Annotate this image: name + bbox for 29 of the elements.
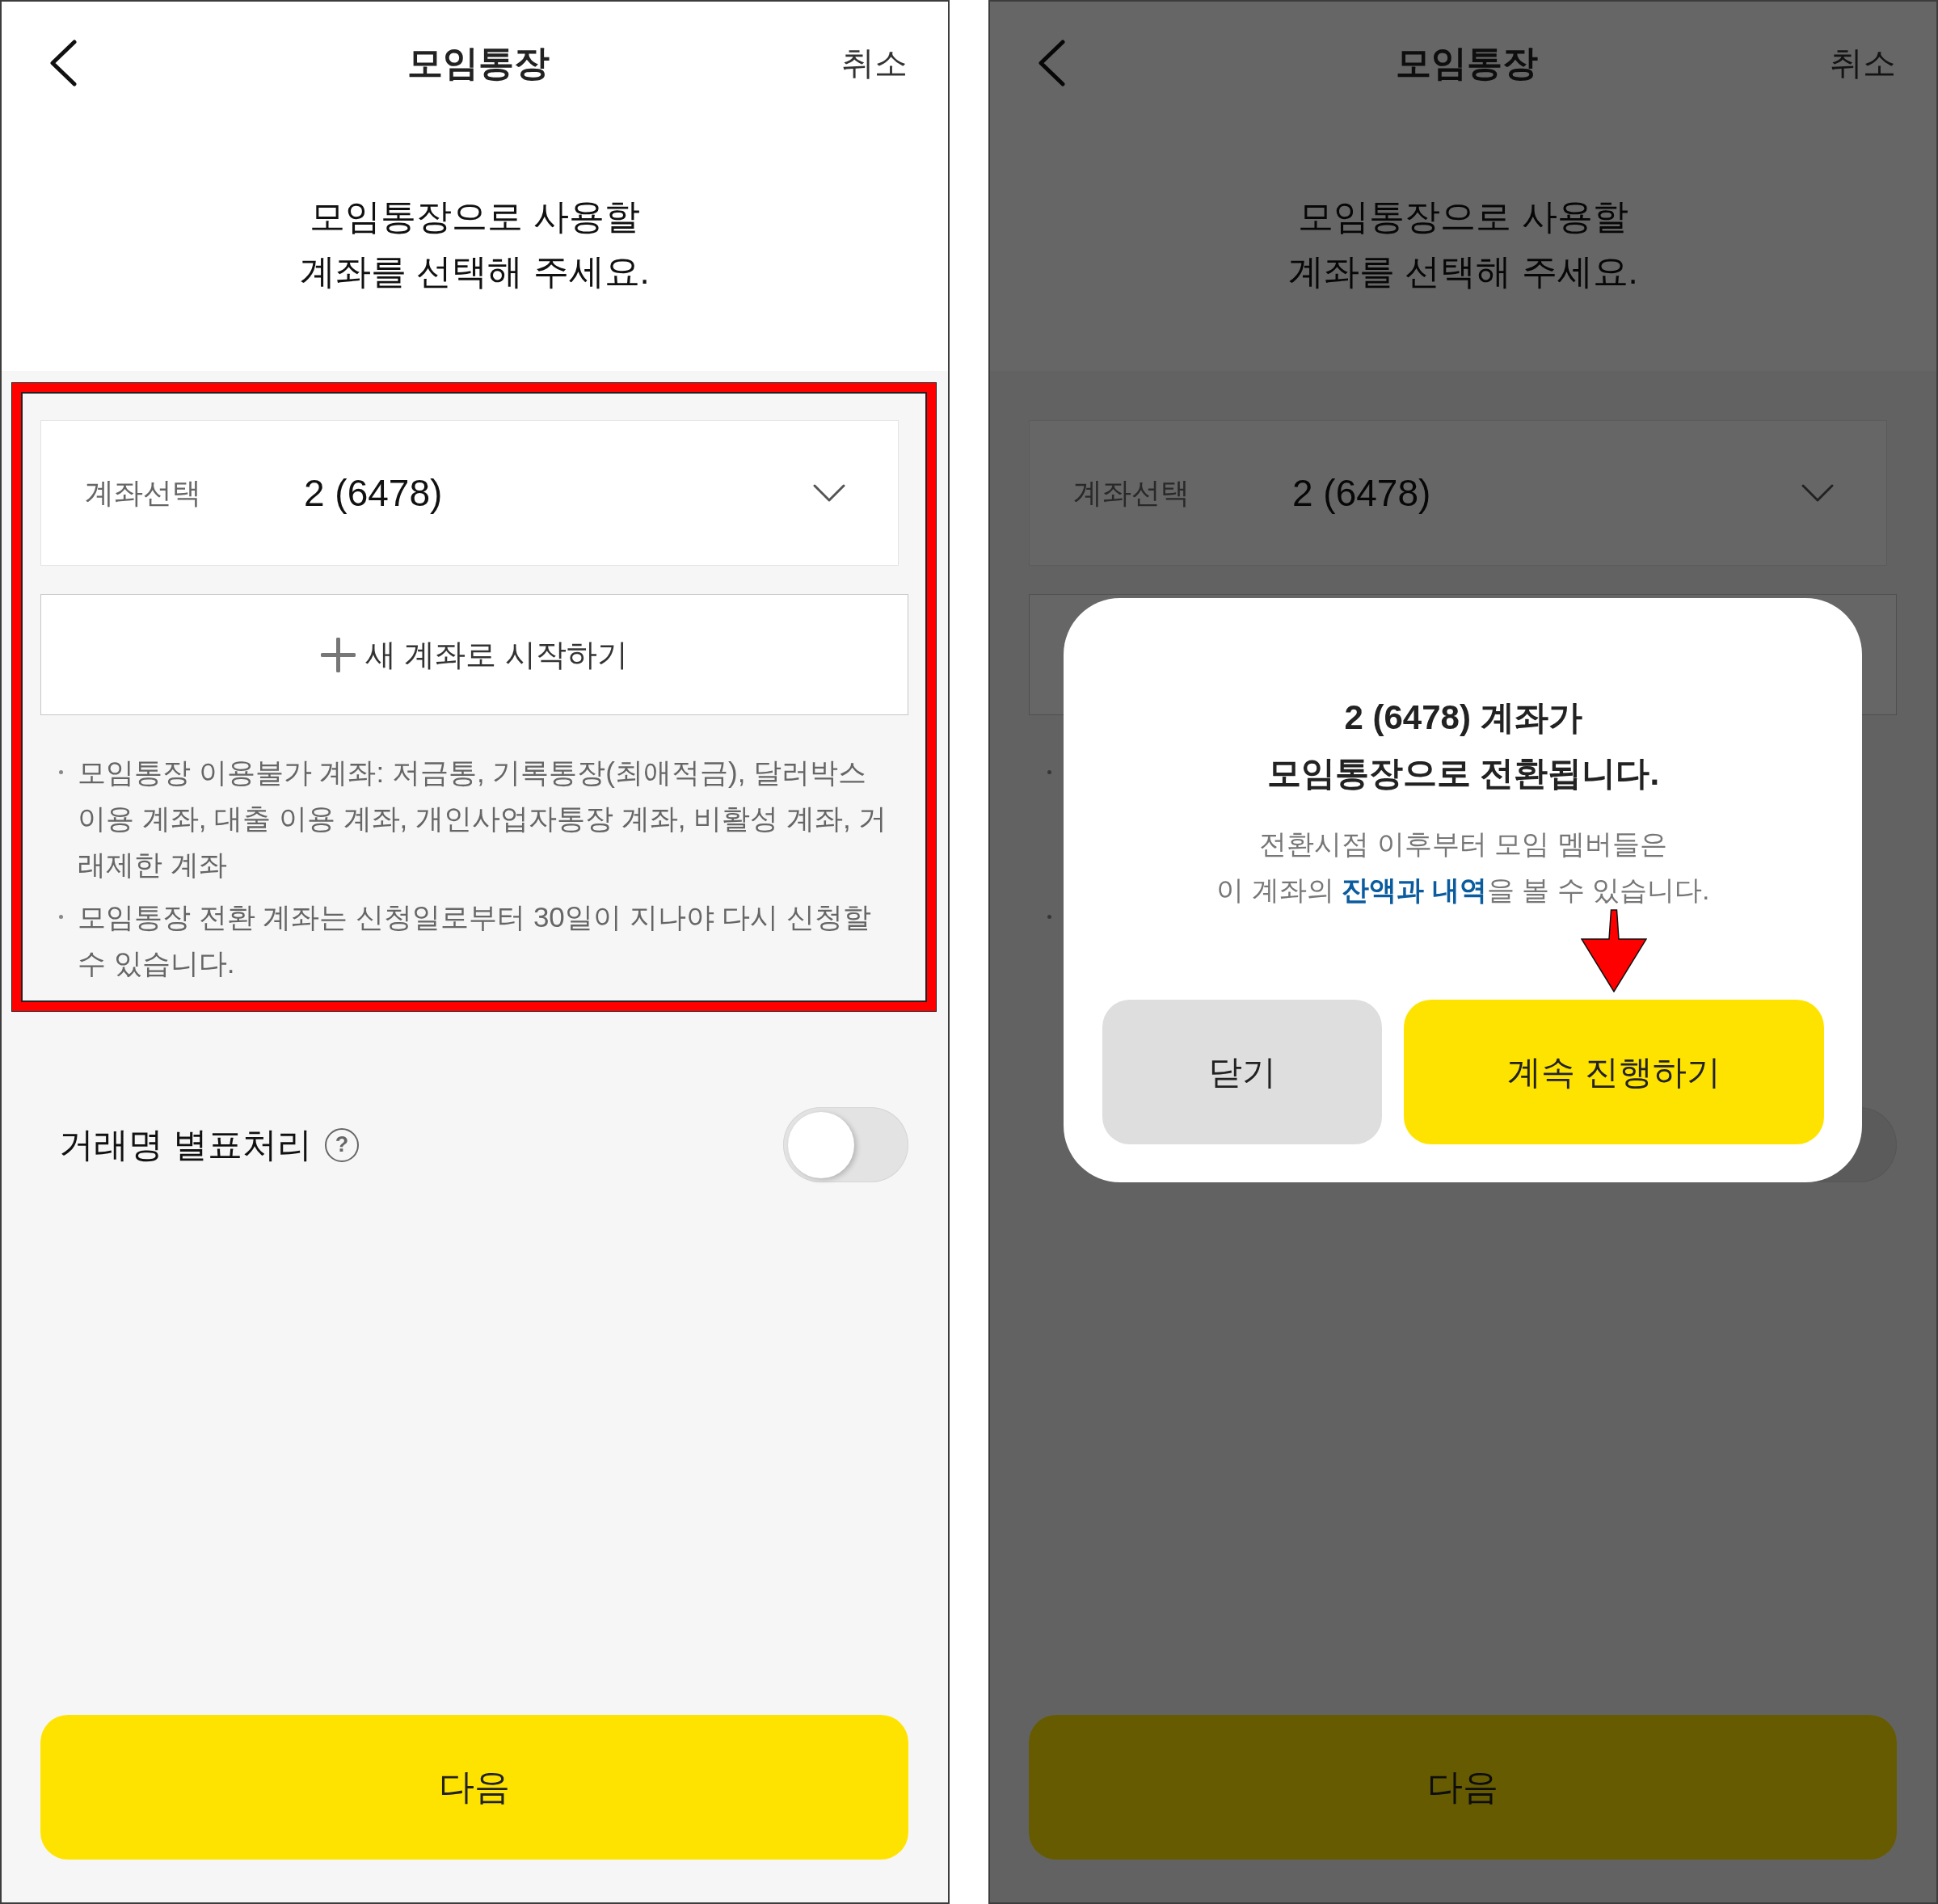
close-button[interactable]: 닫기	[1102, 1000, 1382, 1144]
account-dropdown[interactable]: 계좌선택 2 (6478)	[40, 420, 899, 566]
back-icon[interactable]	[49, 40, 77, 86]
help-button[interactable]: ?	[324, 1127, 359, 1162]
plus-icon	[320, 637, 356, 672]
bullet-icon	[1047, 915, 1051, 919]
account-dropdown[interactable]: 계좌선택 2 (6478)	[1029, 420, 1887, 566]
field-label: 계좌선택	[85, 474, 202, 511]
heading-text: 모임통장으로 사용할 계좌를 선택해 주세요.	[299, 196, 651, 293]
heading-text: 모임통장으로 사용할 계좌를 선택해 주세요.	[1287, 196, 1639, 293]
continue-button[interactable]: 계속 진행하기	[1404, 1000, 1824, 1144]
bullet-icon	[59, 915, 63, 919]
dialog-title: 2 (6478) 계좌가 모임통장으로 전환됩니다.	[1266, 697, 1661, 794]
option-label: 거래명 별표처리	[59, 1123, 312, 1165]
dialog-message: 전환시점 이후부터 모임 멤버들은 이 계좌의 잔액과 내역을 볼 수 있습니다.	[1215, 828, 1711, 907]
note-text: 모임통장 이용불가 계좌: 저금통, 기록통장(최애적금), 달러박스 이용 계좌, 대출 이용 계좌, 개인사업자통장 계좌, 비활성 계좌, 거래제한 계좌	[78, 756, 888, 882]
selected-value: 2 (6478)	[1292, 471, 1432, 515]
chevron-down-icon	[1801, 483, 1834, 503]
screen-title: 모임통장	[407, 41, 550, 84]
new-account-button[interactable]: 새 계좌로 시작하기	[40, 594, 908, 715]
next-button[interactable]: 다음	[40, 1715, 908, 1860]
bullet-icon	[59, 770, 63, 774]
note-text: 모임통장 전환 계좌는 신청일로부터 30일이 지나야 다시 신청할 수 있습니다.	[78, 900, 872, 980]
screen-title: 모임통장	[1396, 41, 1538, 84]
chevron-down-icon	[813, 483, 845, 503]
cancel-button[interactable]: 취소	[841, 40, 908, 86]
field-label: 계좌선택	[1073, 474, 1190, 511]
selected-value: 2 (6478)	[304, 471, 444, 515]
bullet-icon	[1047, 770, 1051, 774]
